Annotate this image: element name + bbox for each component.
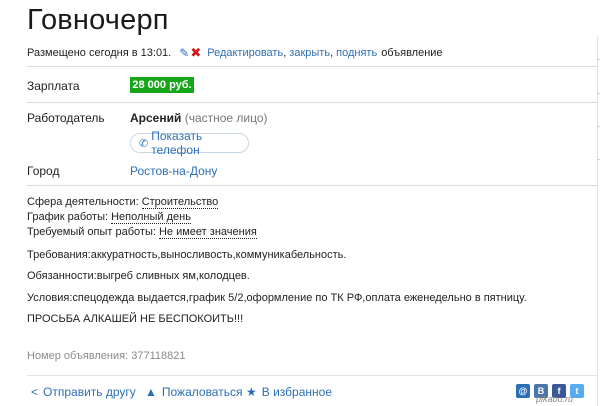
employer-name: Арсений — [130, 111, 182, 125]
odnoklassniki-icon[interactable]: @ — [516, 384, 530, 398]
star-icon: ★ — [246, 385, 257, 399]
feature-value[interactable]: Строительство — [141, 196, 219, 209]
watermark: pikabu.ru — [536, 394, 574, 404]
right-border — [597, 36, 598, 406]
feature-schedule: График работы: Неполный день — [27, 211, 191, 224]
description-note: ПРОСЬБА АЛКАШЕЙ НЕ БЕСПОКОИТЬ!!! — [27, 313, 244, 325]
employer-label: Работодатель — [27, 111, 105, 125]
favorite-label: В избранное — [261, 385, 332, 399]
description-conditions: Условия:спецодежда выдается,график 5/2,о… — [27, 292, 527, 304]
send-friend-label: Отправить другу — [43, 385, 136, 399]
description-duties: Обязанности:выгреб сливных ям,колодцев. — [27, 270, 250, 282]
description-requirements: Требования:аккуратность,выносливость,ком… — [27, 249, 347, 261]
send-friend-button[interactable]: < Отправить другу — [31, 385, 136, 399]
close-ad-link[interactable]: закрыть — [289, 47, 330, 59]
page-title: Говночерп — [27, 4, 169, 36]
employer-info: Арсений (частное лицо) — [130, 111, 268, 125]
edit-link[interactable]: Редактировать — [207, 47, 283, 59]
city-label: Город — [27, 164, 60, 178]
share-icon: < — [31, 385, 39, 399]
phone-icon: ✆ — [139, 137, 149, 150]
feature-value[interactable]: Неполный день — [111, 211, 191, 224]
ad-meta: Размещено сегодня в 13:01. ✎ ✖ Редактиро… — [27, 45, 443, 61]
divider — [27, 102, 598, 103]
city-link[interactable]: Ростов-на-Дону — [130, 164, 217, 178]
feature-experience: Требуемый опыт работы: Не имеет значения — [27, 226, 257, 239]
employer-type: (частное лицо) — [184, 111, 268, 125]
actions-suffix: объявление — [381, 47, 443, 59]
show-phone-button[interactable]: ✆ Показать телефон — [130, 129, 249, 157]
show-phone-label: Показать телефон — [151, 129, 203, 157]
salary-label: Зарплата — [27, 79, 80, 93]
posted-time: Размещено сегодня в 13:01. — [27, 47, 172, 59]
favorite-button[interactable]: ★ В избранное — [246, 385, 332, 399]
feature-industry: Сфера деятельности: Строительство — [27, 196, 219, 209]
feature-label: Требуемый опыт работы: — [27, 226, 159, 238]
salary-badge: 28 000 руб. — [130, 77, 194, 93]
ad-footer: < Отправить другу ▲ Пожаловаться ★ В изб… — [27, 375, 597, 406]
pencil-icon[interactable]: ✎ — [179, 46, 189, 60]
close-icon[interactable]: ✖ — [190, 45, 201, 61]
warning-icon: ▲ — [145, 385, 157, 399]
feature-value[interactable]: Не имеет значения — [158, 226, 257, 239]
ad-number: Номер объявления: 377118821 — [27, 350, 186, 362]
complain-button[interactable]: ▲ Пожаловаться — [145, 385, 242, 399]
raise-ad-link[interactable]: поднять — [336, 47, 377, 59]
divider — [27, 66, 598, 67]
feature-label: Сфера деятельности: — [27, 196, 142, 208]
divider — [27, 185, 598, 186]
complain-label: Пожаловаться — [161, 385, 243, 399]
feature-label: График работы: — [27, 211, 112, 223]
